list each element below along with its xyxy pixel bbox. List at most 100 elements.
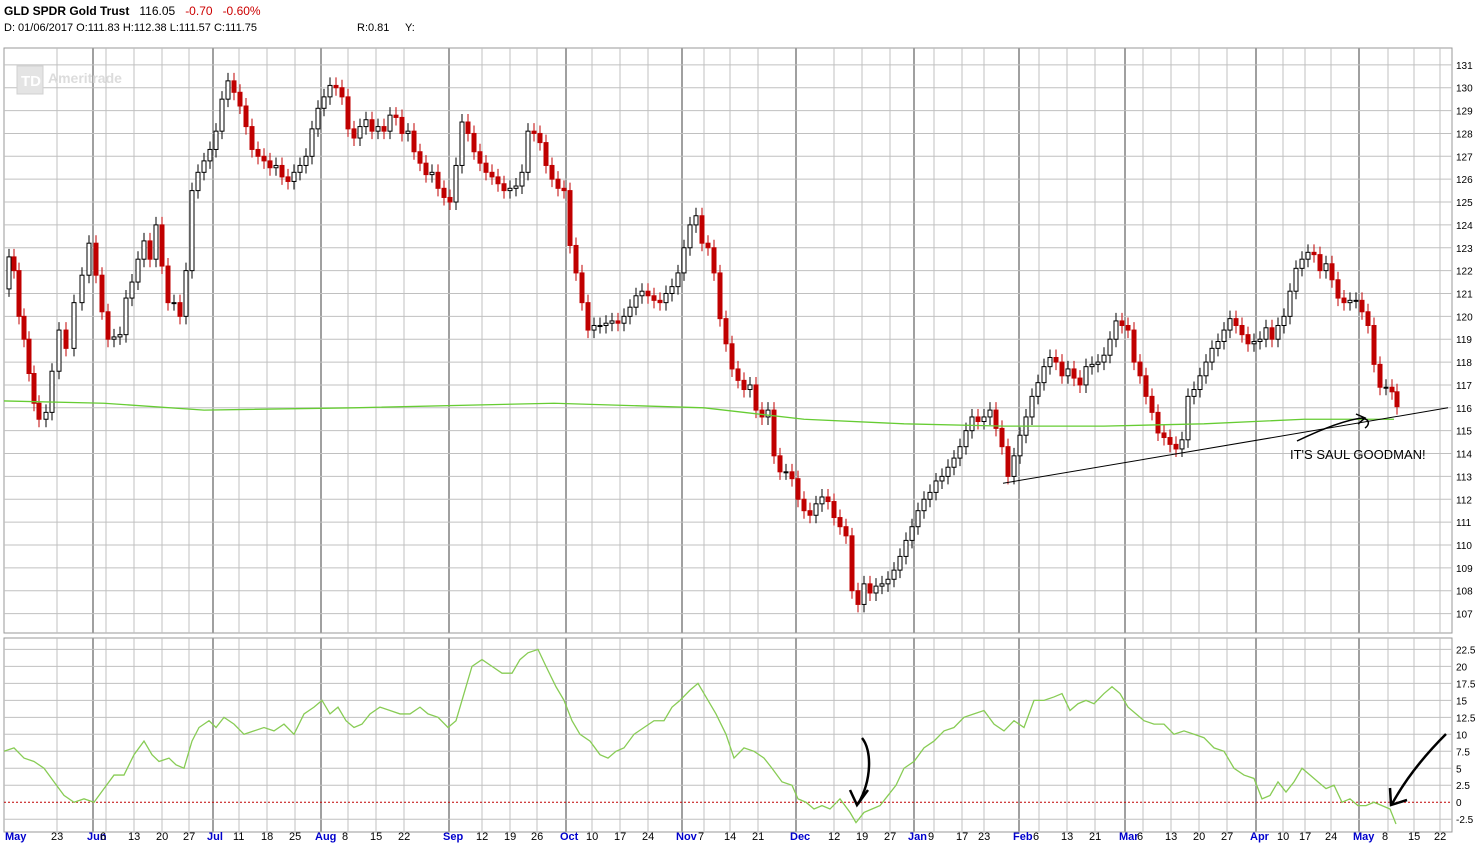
candle-down (555, 178, 561, 189)
candle-up (189, 190, 195, 272)
candle-up (681, 247, 687, 274)
candle-up (879, 583, 885, 587)
candle-up (1347, 299, 1353, 304)
candle-up (747, 384, 753, 391)
candle-up (675, 272, 681, 288)
candle-down (16, 270, 22, 317)
x-tick-label: 24 (642, 831, 654, 843)
candle-up (1323, 263, 1329, 272)
candle-up (951, 457, 957, 468)
candle-down (495, 176, 501, 185)
candle-down (735, 368, 741, 381)
candle-down (717, 272, 723, 320)
x-tick-label: 6 (1033, 831, 1039, 843)
candle-up (43, 411, 49, 420)
candle-up (921, 498, 927, 512)
candle-up (1209, 347, 1215, 363)
x-tick-label: 17 (614, 831, 626, 843)
candle-up (79, 274, 85, 304)
candle-down (843, 526, 849, 537)
candle-up (71, 302, 77, 349)
candle-up (897, 555, 903, 571)
candle-down (771, 409, 777, 457)
candle-down (165, 265, 171, 304)
candle-down (795, 478, 801, 500)
candle-up (49, 370, 55, 413)
price-y-tick-label: 111 (1456, 518, 1472, 529)
indicator-y-tick-label: 7.5 (1456, 747, 1470, 758)
candle-down (351, 128, 357, 139)
candle-down (477, 151, 483, 164)
candle-down (93, 242, 99, 276)
candle-down (471, 132, 477, 153)
candle-down (1359, 299, 1365, 313)
x-tick-label: 19 (856, 831, 868, 843)
candle-up (459, 121, 465, 166)
candle-down (399, 116, 405, 134)
price-y-tick-label: 124 (1456, 221, 1473, 232)
candle-up (873, 585, 879, 594)
candle-down (483, 162, 489, 173)
candle-down (1245, 334, 1251, 345)
candle-down (699, 215, 705, 244)
x-tick-label: 15 (370, 831, 382, 843)
x-tick-label: 12 (476, 831, 488, 843)
candle-up (1227, 318, 1233, 331)
candle-up (861, 583, 867, 605)
candle-up (969, 416, 975, 432)
candle-down (741, 379, 747, 391)
candle-up (627, 306, 633, 317)
price-y-tick-label: 117 (1456, 381, 1472, 392)
x-tick-label: 21 (752, 831, 764, 843)
price-y-tick-label: 127 (1456, 152, 1473, 163)
indicator-y-tick-label: 15 (1456, 696, 1468, 707)
indicator-y-tick-label: 0 (1456, 798, 1462, 809)
candle-down (243, 105, 249, 128)
x-tick-label: 17 (1299, 831, 1311, 843)
candle-up (129, 281, 135, 299)
candle-down (255, 148, 261, 157)
candle-up (963, 430, 969, 448)
month-label: Nov (676, 831, 698, 843)
candle-up (981, 416, 987, 423)
x-tick-label: 8 (342, 831, 348, 843)
candle-down (579, 272, 585, 304)
candle-down (1149, 395, 1155, 413)
candle-up (1251, 341, 1257, 345)
candle-down (759, 409, 765, 418)
candle-up (117, 334, 123, 338)
candle-up (1101, 354, 1107, 363)
candle-down (1311, 251, 1317, 256)
price-y-tick-label: 115 (1456, 427, 1472, 438)
candle-down (99, 274, 105, 313)
indicator-y-tick-label: 20 (1456, 662, 1468, 673)
support-trendline (1002, 407, 1449, 484)
candle-up (1029, 395, 1035, 418)
annotation-arrow (1296, 417, 1370, 442)
candle-up (357, 126, 363, 139)
candle-down (729, 343, 735, 370)
candle-down (31, 373, 37, 404)
candle-down (1131, 329, 1137, 363)
candle-down (345, 96, 351, 130)
indicator-y-tick-label: 22.5 (1456, 645, 1476, 656)
month-label: Aug (315, 831, 336, 843)
chart-svg: May 23 Jun6 13 20 27 Jul 11 18 25 Aug 8 15 22 Sep 12 19 2… (3, 47, 1476, 843)
price-y-tick-label: 120 (1456, 312, 1473, 323)
candle-down (777, 455, 783, 473)
indicator-y-tick-label: 10 (1456, 730, 1468, 741)
candle-up (1089, 363, 1095, 368)
candlesticks (6, 72, 1400, 613)
x-tick-label: 9 (928, 831, 934, 843)
candle-down (1341, 297, 1347, 304)
candle-up (957, 446, 963, 459)
price-y-tick-label: 125 (1456, 198, 1473, 209)
candle-down (855, 590, 861, 605)
candle-down (26, 338, 32, 375)
x-tick-label: 24 (1325, 831, 1337, 843)
candle-up (1257, 338, 1263, 343)
candle-up (141, 240, 147, 260)
candle-up (909, 526, 915, 541)
month-label: Dec (790, 831, 810, 843)
candle-up (819, 496, 825, 505)
